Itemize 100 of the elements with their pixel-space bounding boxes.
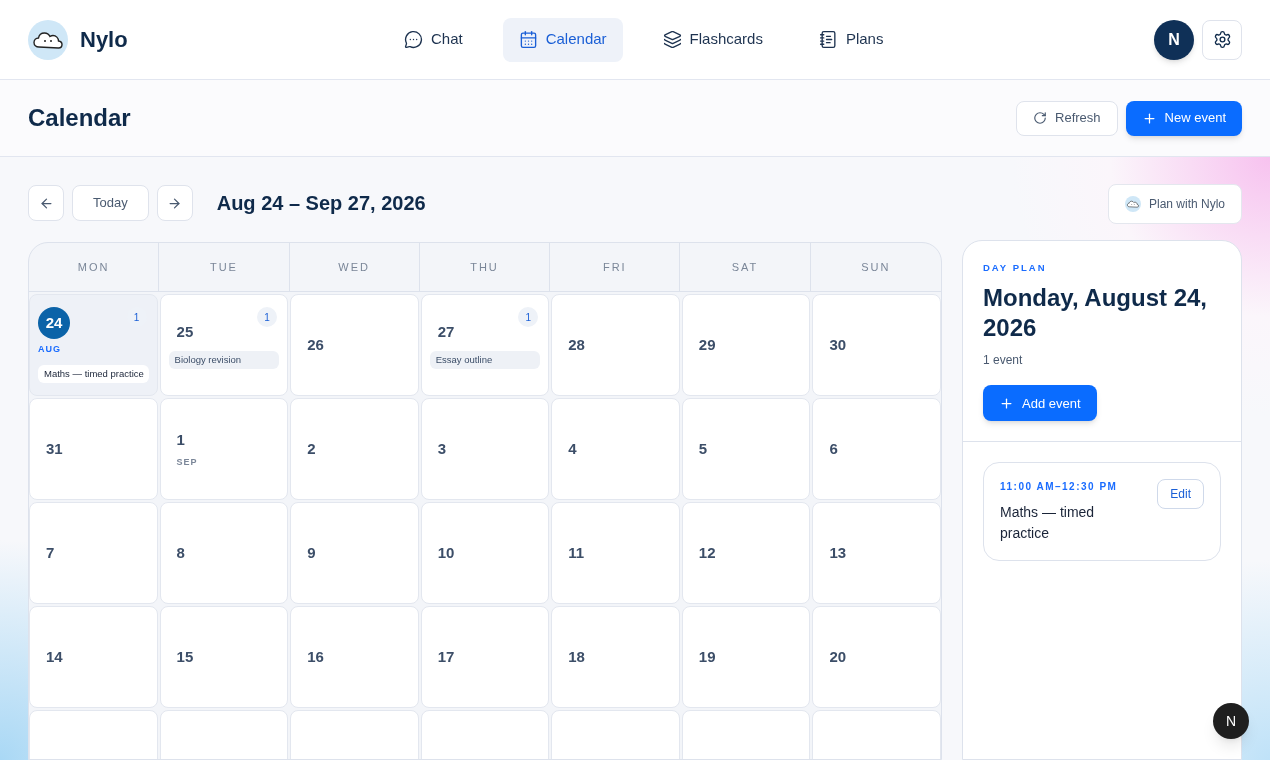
plan-with-nylo-button[interactable]: Plan with Nylo xyxy=(1107,184,1242,224)
weekday-header: MON xyxy=(29,243,160,291)
day-cell[interactable]: 20 xyxy=(812,606,941,708)
day-number: 20 xyxy=(828,646,848,667)
day-cell[interactable]: 15 xyxy=(159,606,289,708)
brand-name: Nylo xyxy=(80,26,128,54)
day-cell[interactable]: 18 xyxy=(551,606,680,708)
add-event-button[interactable]: Add event xyxy=(983,385,1097,422)
day-number: 26 xyxy=(306,334,325,355)
weekday-header: THU xyxy=(419,243,551,291)
day-number: 8 xyxy=(175,542,186,563)
date-range: Aug 24 – Sep 27, 2026 xyxy=(216,191,426,216)
weekday-header: SUN xyxy=(860,259,892,275)
day-number: 25 xyxy=(175,321,195,342)
day-number: 1 xyxy=(175,430,186,450)
event-count: 1 event xyxy=(983,352,1023,370)
event-chip[interactable]: Maths — timed practice xyxy=(38,364,149,383)
day-number: 6 xyxy=(828,438,839,459)
event-title: Maths — timed practice xyxy=(1000,503,1096,544)
day-number: 19 xyxy=(697,646,717,667)
day-cell[interactable]: 25 1 Biology revision xyxy=(159,294,289,396)
day-cell[interactable]: 9 xyxy=(290,502,419,604)
day-number: 11 xyxy=(567,542,586,563)
arrow-right-icon xyxy=(167,195,183,211)
day-number: 18 xyxy=(567,646,586,667)
nav-tab[interactable]: Chat xyxy=(388,17,479,62)
day-number: 30 xyxy=(828,334,848,355)
weekday-header: WED xyxy=(289,243,420,291)
day-number: 15 xyxy=(175,646,195,667)
new-event-button[interactable]: New event xyxy=(1125,100,1242,136)
day-cell[interactable]: 14 xyxy=(29,606,158,708)
notebook-icon xyxy=(818,30,838,49)
page-title: Calendar xyxy=(28,103,132,133)
day-cell[interactable]: 16 xyxy=(290,606,419,708)
day-number: 3 xyxy=(436,438,448,459)
weekday-header: SAT xyxy=(680,243,811,291)
day-cell[interactable]: 11 xyxy=(551,502,680,604)
day-cell[interactable]: 4 xyxy=(551,398,680,500)
plus-icon xyxy=(999,395,1014,411)
day-number: 27 xyxy=(436,321,456,342)
next-button[interactable] xyxy=(156,185,193,221)
event-count-badge: 1 xyxy=(518,307,539,327)
day-number: 29 xyxy=(697,334,717,355)
event-chip[interactable]: Biology revision xyxy=(168,351,280,370)
day-cell[interactable]: 30 xyxy=(812,294,941,396)
event-count-badge: 1 xyxy=(257,307,278,327)
user-avatar[interactable]: N xyxy=(1154,19,1194,60)
day-number: 16 xyxy=(306,646,325,667)
day-cell[interactable]: 2 xyxy=(290,398,419,500)
day-number: 31 xyxy=(45,438,64,459)
refresh-icon xyxy=(1033,111,1048,125)
stack-icon xyxy=(662,30,682,49)
day-cell[interactable]: 12 xyxy=(681,502,811,604)
day-cell[interactable]: 26 xyxy=(290,294,419,396)
day-number: 9 xyxy=(306,542,317,563)
nav-tab[interactable]: Plans xyxy=(802,17,900,62)
day-cell[interactable]: 17 xyxy=(420,606,550,708)
settings-button[interactable] xyxy=(1202,19,1242,60)
day-plan-title: Monday, August 24, 2026 xyxy=(983,283,1208,344)
weekday-header: TUE xyxy=(159,243,290,291)
day-cell[interactable]: 27 1 Essay outline xyxy=(420,294,550,396)
day-cell[interactable]: 3 xyxy=(420,398,550,500)
day-number: 12 xyxy=(697,542,717,563)
settings-icon xyxy=(1212,30,1232,49)
month-label: AUG xyxy=(38,343,62,357)
day-number: 28 xyxy=(567,334,586,355)
day-number: 4 xyxy=(567,438,578,459)
edit-button[interactable]: Edit xyxy=(1157,479,1204,510)
today-button[interactable]: Today xyxy=(72,185,149,221)
nav-tab[interactable]: Flashcards xyxy=(646,17,779,62)
day-number: 14 xyxy=(45,646,64,667)
day-number: 10 xyxy=(436,542,456,563)
day-cell[interactable]: 6 xyxy=(812,398,941,500)
day-cell[interactable]: 10 xyxy=(420,502,550,604)
calendar-icon xyxy=(518,30,538,49)
day-cell[interactable]: 8 xyxy=(159,502,289,604)
day-cell[interactable]: 13 xyxy=(812,502,941,604)
event-time: 11:00 AM–12:30 PM xyxy=(1000,480,1119,495)
day-number: 7 xyxy=(45,542,56,563)
day-cell[interactable]: 5 xyxy=(681,398,811,500)
nav-tab[interactable]: Calendar xyxy=(502,17,623,62)
section-label: DAY PLAN xyxy=(983,261,1047,275)
day-number: 17 xyxy=(436,646,456,667)
day-cell[interactable]: 19 xyxy=(681,606,811,708)
event-card[interactable]: 11:00 AM–12:30 PM Maths — timed practice Edit xyxy=(983,462,1221,562)
event-chip[interactable]: Essay outline xyxy=(429,351,541,370)
previous-button[interactable] xyxy=(28,185,64,221)
cloud-logo-icon xyxy=(28,19,68,60)
weekday-header: FRI xyxy=(550,243,681,291)
chat-bubble-icon xyxy=(404,30,423,49)
cloud-logo-icon xyxy=(1124,196,1141,212)
day-cell[interactable]: 1 SEP xyxy=(159,398,289,500)
day-cell[interactable]: 7 xyxy=(29,502,158,604)
day-number: 2 xyxy=(306,438,317,459)
day-cell[interactable]: 28 xyxy=(551,294,680,396)
refresh-button[interactable]: Refresh xyxy=(1016,100,1118,136)
day-cell[interactable]: 29 xyxy=(681,294,811,396)
day-cell[interactable]: 31 xyxy=(29,398,158,500)
day-number: 24 xyxy=(38,307,70,340)
day-cell[interactable]: 24 1 AUG Maths — timed practice xyxy=(29,294,158,396)
